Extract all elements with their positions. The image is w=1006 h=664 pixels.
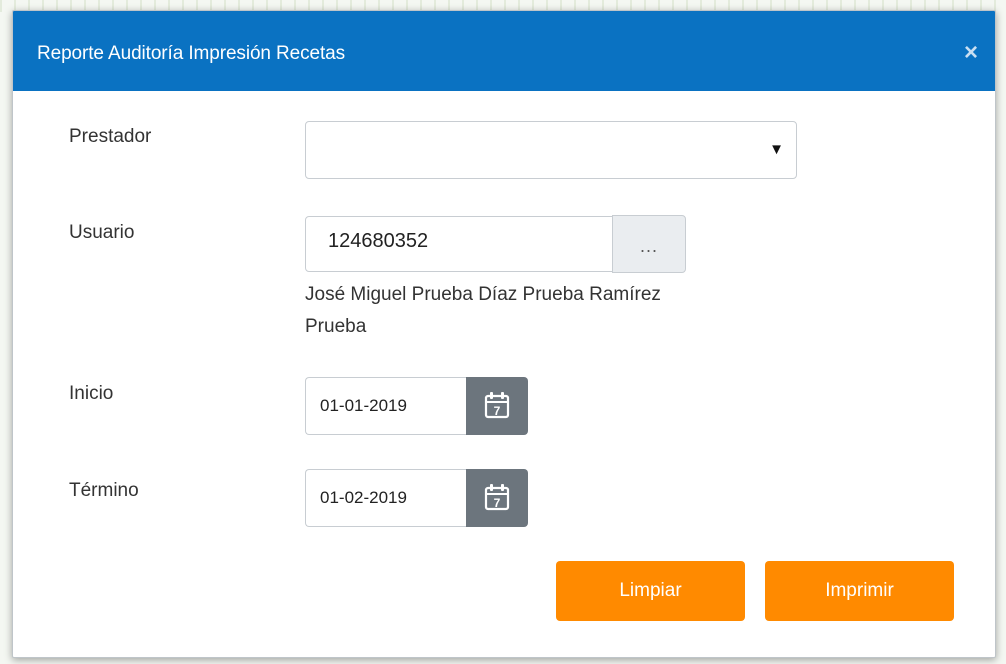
svg-text:7: 7	[494, 496, 501, 510]
clear-button[interactable]: Limpiar	[556, 561, 745, 621]
inicio-label: Inicio	[69, 383, 114, 404]
report-dialog: Reporte Auditoría Impresión Recetas × Pr…	[12, 10, 996, 658]
termino-date-input[interactable]: 01-02-2019	[305, 469, 467, 527]
user-lookup-button[interactable]: ...	[612, 215, 686, 273]
termino-label: Término	[69, 480, 139, 501]
close-icon[interactable]: ×	[959, 41, 983, 65]
user-name-line1: José Miguel Prueba Díaz Prueba Ramírez	[305, 284, 661, 305]
prestador-select[interactable]: ▼	[305, 121, 797, 179]
svg-text:7: 7	[494, 404, 501, 418]
calendar-icon: 7	[484, 392, 510, 419]
termino-calendar-button[interactable]: 7	[466, 469, 528, 527]
chevron-down-icon: ▼	[769, 141, 784, 158]
calendar-icon: 7	[484, 484, 510, 511]
user-name-line2: Prueba	[305, 316, 367, 337]
usuario-label: Usuario	[69, 222, 135, 243]
prestador-label: Prestador	[69, 126, 152, 147]
inicio-date-input[interactable]: 01-01-2019	[305, 377, 467, 435]
inicio-calendar-button[interactable]: 7	[466, 377, 528, 435]
user-full-name: José Miguel Prueba Díaz Prueba Ramírez P…	[305, 279, 785, 343]
usuario-input[interactable]: 124680352	[305, 216, 613, 272]
dialog-title: Reporte Auditoría Impresión Recetas	[37, 43, 346, 64]
dialog-header: Reporte Auditoría Impresión Recetas ×	[13, 11, 995, 91]
print-button[interactable]: Imprimir	[765, 561, 954, 621]
